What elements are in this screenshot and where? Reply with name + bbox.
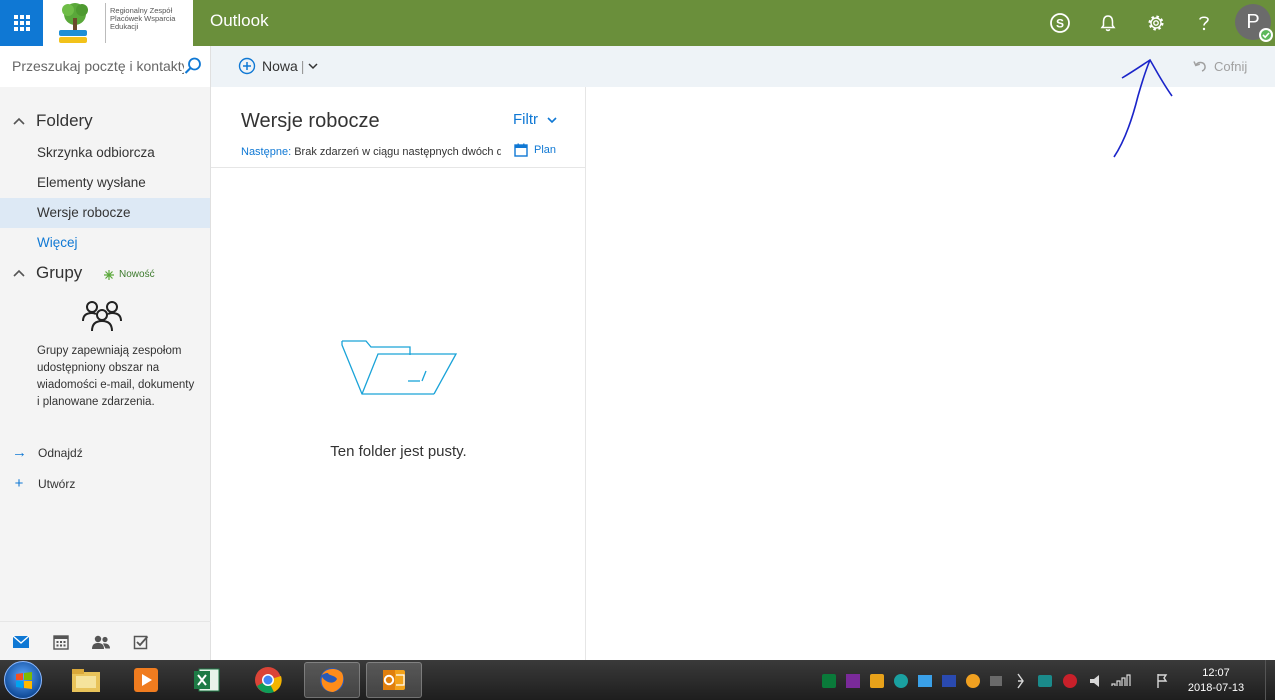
more-folders-link[interactable]: Więcej [0,228,210,258]
help-icon[interactable] [1191,10,1217,36]
chevron-down-icon [547,116,557,123]
filter-dropdown[interactable]: Filtr [513,111,558,128]
waffle-icon [13,15,30,31]
clock[interactable]: 12:07 2018-07-13 [1186,666,1246,696]
find-group-link[interactable]: → Odnajdź [12,444,83,461]
groups-header-label: Grupy [36,263,83,282]
people-icon[interactable] [91,632,111,652]
calendar-icon[interactable] [51,632,71,652]
search-input[interactable]: Przeszukaj pocztę i kontakty [12,58,184,74]
plus-circle-icon [238,57,256,75]
chrome-icon[interactable] [240,662,296,698]
module-switcher [0,621,211,660]
clock-time: 12:07 [1202,667,1230,679]
divider [211,167,586,168]
tree-logo-icon [53,0,101,46]
mail-icon[interactable] [11,632,31,652]
groups-header[interactable]: Grupy [12,263,82,283]
new-badge: Nowość [104,269,155,280]
people-group-icon [80,297,124,337]
find-group-label: Odnajdź [38,445,83,460]
top-bar: Regionalny Zespół Placówek Wsparcia Eduk… [0,0,1275,46]
calendar-icon [514,143,528,157]
folder-pane: Foldery Skrzynka odbiorcza Elementy wysł… [0,87,211,660]
folder-drafts[interactable]: Wersje robocze [0,198,210,228]
plus-icon: + [14,475,24,492]
firefox-icon[interactable] [304,662,360,698]
new-message-button[interactable]: Nowa | [238,57,319,75]
chevron-up-icon[interactable] [12,116,26,126]
upcoming-events[interactable]: Następne: Brak zdarzeń w ciągu następnyc… [241,146,501,158]
clock-date: 2018-07-13 [1187,682,1245,694]
folders-header[interactable]: Foldery [12,111,93,131]
start-button[interactable] [4,661,42,699]
show-desktop-button[interactable] [1265,660,1275,700]
outlook-window: Regionalny Zespół Placówek Wsparcia Eduk… [0,0,1275,700]
undo-icon [1193,61,1206,72]
message-list-pane: Wersje robocze Filtr Następne: Brak zdar… [211,87,586,660]
empty-folder-message: Ten folder jest pusty. [330,443,467,460]
reading-pane [586,87,1275,660]
create-group-label: Utwórz [38,476,76,491]
upcoming-label: Następne: [241,146,292,158]
empty-folder-icon [338,337,458,403]
chevron-up-icon[interactable] [12,268,26,278]
media-player-icon[interactable] [118,662,174,698]
search-box[interactable]: Przeszukaj pocztę i kontakty [0,46,211,87]
tasks-icon[interactable] [131,632,151,652]
undo-label: Cofnij [1214,58,1248,74]
organization-logo[interactable]: Regionalny Zespół Placówek Wsparcia Eduk… [43,0,193,46]
folder-sent-items[interactable]: Elementy wysłane [0,168,210,198]
app-title[interactable]: Outlook [210,11,269,31]
svg-text:S: S [1056,17,1064,31]
skype-icon[interactable]: S [1047,10,1073,36]
taskbar: 12:07 2018-07-13 [0,660,1275,700]
system-tray [820,672,1180,694]
folders-header-label: Foldery [36,111,93,130]
file-explorer-icon[interactable] [58,662,114,698]
undo-button[interactable]: Cofnij [1192,58,1247,74]
bell-icon[interactable] [1095,10,1121,36]
organization-name: Regionalny Zespół Placówek Wsparcia Eduk… [105,3,175,43]
filter-label: Filtr [513,111,538,128]
arrow-right-icon: → [12,444,27,461]
avatar-initial: P [1246,10,1260,33]
app-launcher-button[interactable] [0,0,43,46]
folder-title: Wersje robocze [241,110,380,132]
groups-description: Grupy zapewniają zespołom udostępniony o… [37,345,195,408]
outlook-taskbar-icon[interactable] [366,662,422,698]
chevron-down-icon[interactable] [307,60,319,72]
upcoming-text: Brak zdarzeń w ciągu następnych dwóch dn… [294,146,501,158]
avatar[interactable]: P [1235,4,1273,42]
windows-logo-icon [16,672,32,689]
command-bar: Przeszukaj pocztę i kontakty Nowa | Cofn… [0,46,1275,87]
create-group-link[interactable]: + Utwórz [12,475,76,492]
separator: | [300,58,305,74]
annotation-arrow [1110,54,1180,164]
search-icon[interactable] [183,56,203,80]
sparkle-icon [104,269,114,280]
plan-label: Plan [534,144,557,156]
excel-icon[interactable] [178,662,234,698]
online-status-icon [1259,28,1273,42]
new-message-label: Nowa [262,58,298,74]
plan-button[interactable]: Plan [514,143,556,157]
gear-icon[interactable] [1143,10,1169,36]
folder-inbox[interactable]: Skrzynka odbiorcza [0,138,210,168]
new-badge-label: Nowość [119,269,155,280]
